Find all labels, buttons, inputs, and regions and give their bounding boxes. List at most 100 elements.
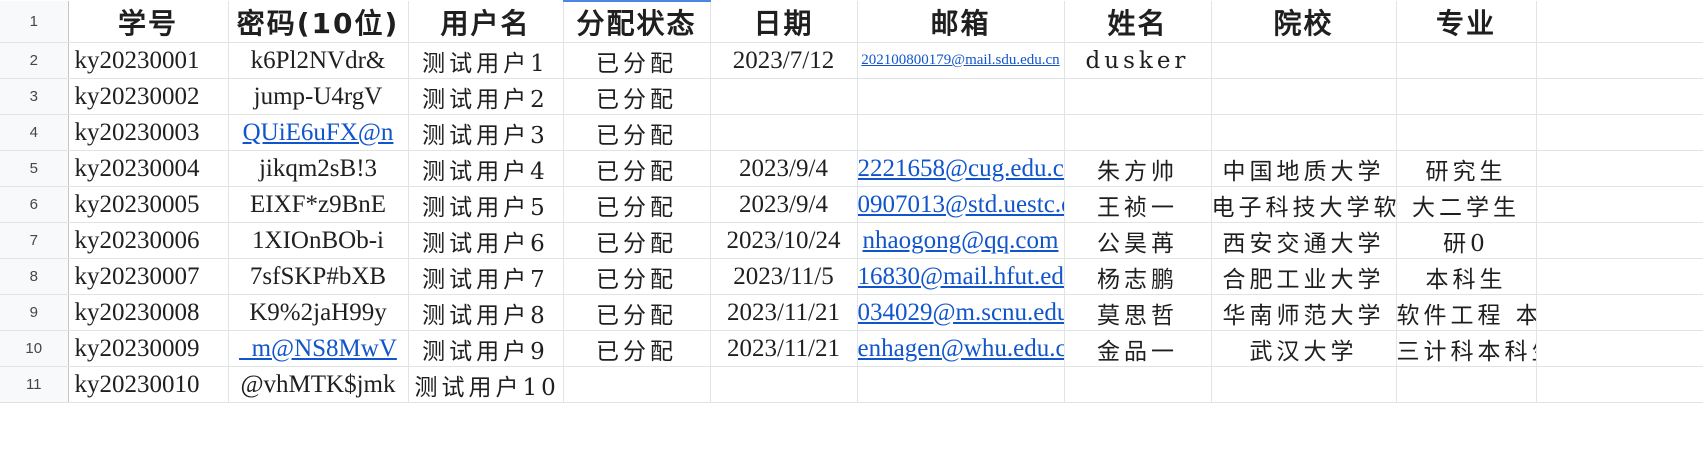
cell-password[interactable]: EIXF*z9BnE <box>228 186 409 223</box>
cell-student-id[interactable]: ky20230004 <box>68 150 229 187</box>
cell-student-id[interactable]: ky20230005 <box>68 186 229 223</box>
cell-name[interactable] <box>1064 114 1212 151</box>
cell-school[interactable] <box>1211 42 1397 79</box>
cell-email[interactable] <box>857 114 1065 151</box>
header-cell-major[interactable]: 专业 <box>1396 1 1537 43</box>
cell-email[interactable]: enhagen@whu.edu.cn <box>857 330 1065 367</box>
cell-major[interactable]: 本科生 <box>1396 258 1537 295</box>
cell-username[interactable]: 测试用户3 <box>408 114 564 151</box>
cell-email[interactable]: 0907013@std.uestc.edu.cn <box>857 186 1065 223</box>
cell-student-id[interactable]: ky20230008 <box>68 294 229 331</box>
cell-status[interactable]: 已分配 <box>563 330 711 367</box>
row-number[interactable]: 8 <box>0 258 69 295</box>
cell-date[interactable]: 2023/9/4 <box>710 186 858 223</box>
row-number[interactable]: 6 <box>0 186 69 223</box>
cell-name[interactable]: dusker <box>1064 42 1212 79</box>
cell-major[interactable] <box>1396 78 1537 115</box>
cell-student-id[interactable]: ky20230003 <box>68 114 229 151</box>
cell-password[interactable]: QUiE6uFX@n <box>228 114 409 151</box>
cell-name[interactable] <box>1064 366 1212 403</box>
cell-name[interactable] <box>1064 78 1212 115</box>
cell-student-id[interactable]: ky20230001 <box>68 42 229 79</box>
header-cell-date[interactable]: 日期 <box>710 1 858 43</box>
cell-email[interactable]: 16830@mail.hfut.edu.cn <box>857 258 1065 295</box>
cell-email[interactable]: nhaogong@qq.com <box>857 222 1065 259</box>
header-cell-school[interactable]: 院校 <box>1211 1 1397 43</box>
row-number[interactable]: 3 <box>0 78 69 115</box>
cell-empty[interactable] <box>1536 114 1703 151</box>
cell-major[interactable]: 三计科本科生 <box>1396 330 1537 367</box>
cell-major[interactable] <box>1396 42 1537 79</box>
row-number[interactable]: 7 <box>0 222 69 259</box>
header-cell-empty[interactable] <box>1536 1 1703 43</box>
cell-status[interactable]: 已分配 <box>563 114 711 151</box>
row-number[interactable]: 4 <box>0 114 69 151</box>
cell-empty[interactable] <box>1536 150 1703 187</box>
cell-major[interactable] <box>1396 114 1537 151</box>
cell-date[interactable]: 2023/9/4 <box>710 150 858 187</box>
cell-status[interactable]: 已分配 <box>563 78 711 115</box>
cell-name[interactable]: 朱方帅 <box>1064 150 1212 187</box>
cell-date[interactable] <box>710 78 858 115</box>
cell-username[interactable]: 测试用户1 <box>408 42 564 79</box>
cell-empty[interactable] <box>1536 294 1703 331</box>
cell-status[interactable] <box>563 366 711 403</box>
cell-student-id[interactable]: ky20230002 <box>68 78 229 115</box>
cell-email[interactable] <box>857 366 1065 403</box>
cell-password[interactable]: @vhMTK$jmk <box>228 366 409 403</box>
cell-name[interactable]: 金品一 <box>1064 330 1212 367</box>
cell-username[interactable]: 测试用户5 <box>408 186 564 223</box>
cell-school[interactable]: 西安交通大学 <box>1211 222 1397 259</box>
cell-password[interactable]: K9%2jaH99y <box>228 294 409 331</box>
row-number[interactable]: 11 <box>0 366 69 403</box>
cell-status[interactable]: 已分配 <box>563 42 711 79</box>
header-cell-email[interactable]: 邮箱 <box>857 1 1065 43</box>
row-number[interactable]: 5 <box>0 150 69 187</box>
cell-password[interactable]: 7sfSKP#bXB <box>228 258 409 295</box>
header-cell-name[interactable]: 姓名 <box>1064 1 1212 43</box>
cell-email[interactable]: 2221658@cug.edu.cn <box>857 150 1065 187</box>
cell-school[interactable]: 中国地质大学 <box>1211 150 1397 187</box>
cell-username[interactable]: 测试用户6 <box>408 222 564 259</box>
cell-empty[interactable] <box>1536 78 1703 115</box>
cell-password[interactable]: _m@NS8MwV <box>228 330 409 367</box>
cell-empty[interactable] <box>1536 222 1703 259</box>
cell-empty[interactable] <box>1536 366 1703 403</box>
cell-empty[interactable] <box>1536 330 1703 367</box>
row-number[interactable]: 10 <box>0 330 69 367</box>
header-cell-student-id[interactable]: 学号 <box>68 1 229 43</box>
cell-major[interactable]: 研0 <box>1396 222 1537 259</box>
row-number[interactable]: 1 <box>0 1 69 43</box>
cell-date[interactable] <box>710 114 858 151</box>
cell-name[interactable]: 王祯一 <box>1064 186 1212 223</box>
cell-date[interactable]: 2023/11/5 <box>710 258 858 295</box>
cell-school[interactable] <box>1211 78 1397 115</box>
cell-school[interactable]: 武汉大学 <box>1211 330 1397 367</box>
cell-school[interactable] <box>1211 114 1397 151</box>
header-cell-status[interactable]: 分配状态 <box>563 0 711 43</box>
cell-date[interactable]: 2023/7/12 <box>710 42 858 79</box>
header-cell-password[interactable]: 密码(10位) <box>228 1 409 43</box>
cell-date[interactable]: 2023/10/24 <box>710 222 858 259</box>
cell-empty[interactable] <box>1536 186 1703 223</box>
cell-username[interactable]: 测试用户7 <box>408 258 564 295</box>
cell-major[interactable] <box>1396 366 1537 403</box>
cell-password[interactable]: jump-U4rgV <box>228 78 409 115</box>
cell-username[interactable]: 测试用户9 <box>408 330 564 367</box>
cell-student-id[interactable]: ky20230010 <box>68 366 229 403</box>
cell-student-id[interactable]: ky20230006 <box>68 222 229 259</box>
cell-date[interactable]: 2023/11/21 <box>710 294 858 331</box>
cell-status[interactable]: 已分配 <box>563 294 711 331</box>
cell-school[interactable] <box>1211 366 1397 403</box>
cell-major[interactable]: 研究生 <box>1396 150 1537 187</box>
cell-school[interactable]: 合肥工业大学 <box>1211 258 1397 295</box>
cell-username[interactable]: 测试用户8 <box>408 294 564 331</box>
cell-password[interactable]: 1XIOnBOb-i <box>228 222 409 259</box>
cell-student-id[interactable]: ky20230009 <box>68 330 229 367</box>
cell-password[interactable]: jikqm2sB!3 <box>228 150 409 187</box>
cell-username[interactable]: 测试用户4 <box>408 150 564 187</box>
cell-email[interactable]: 034029@m.scnu.edu.cn <box>857 294 1065 331</box>
cell-email[interactable] <box>857 78 1065 115</box>
row-number[interactable]: 2 <box>0 42 69 79</box>
cell-major[interactable]: 软件工程 本科生 <box>1396 294 1537 331</box>
